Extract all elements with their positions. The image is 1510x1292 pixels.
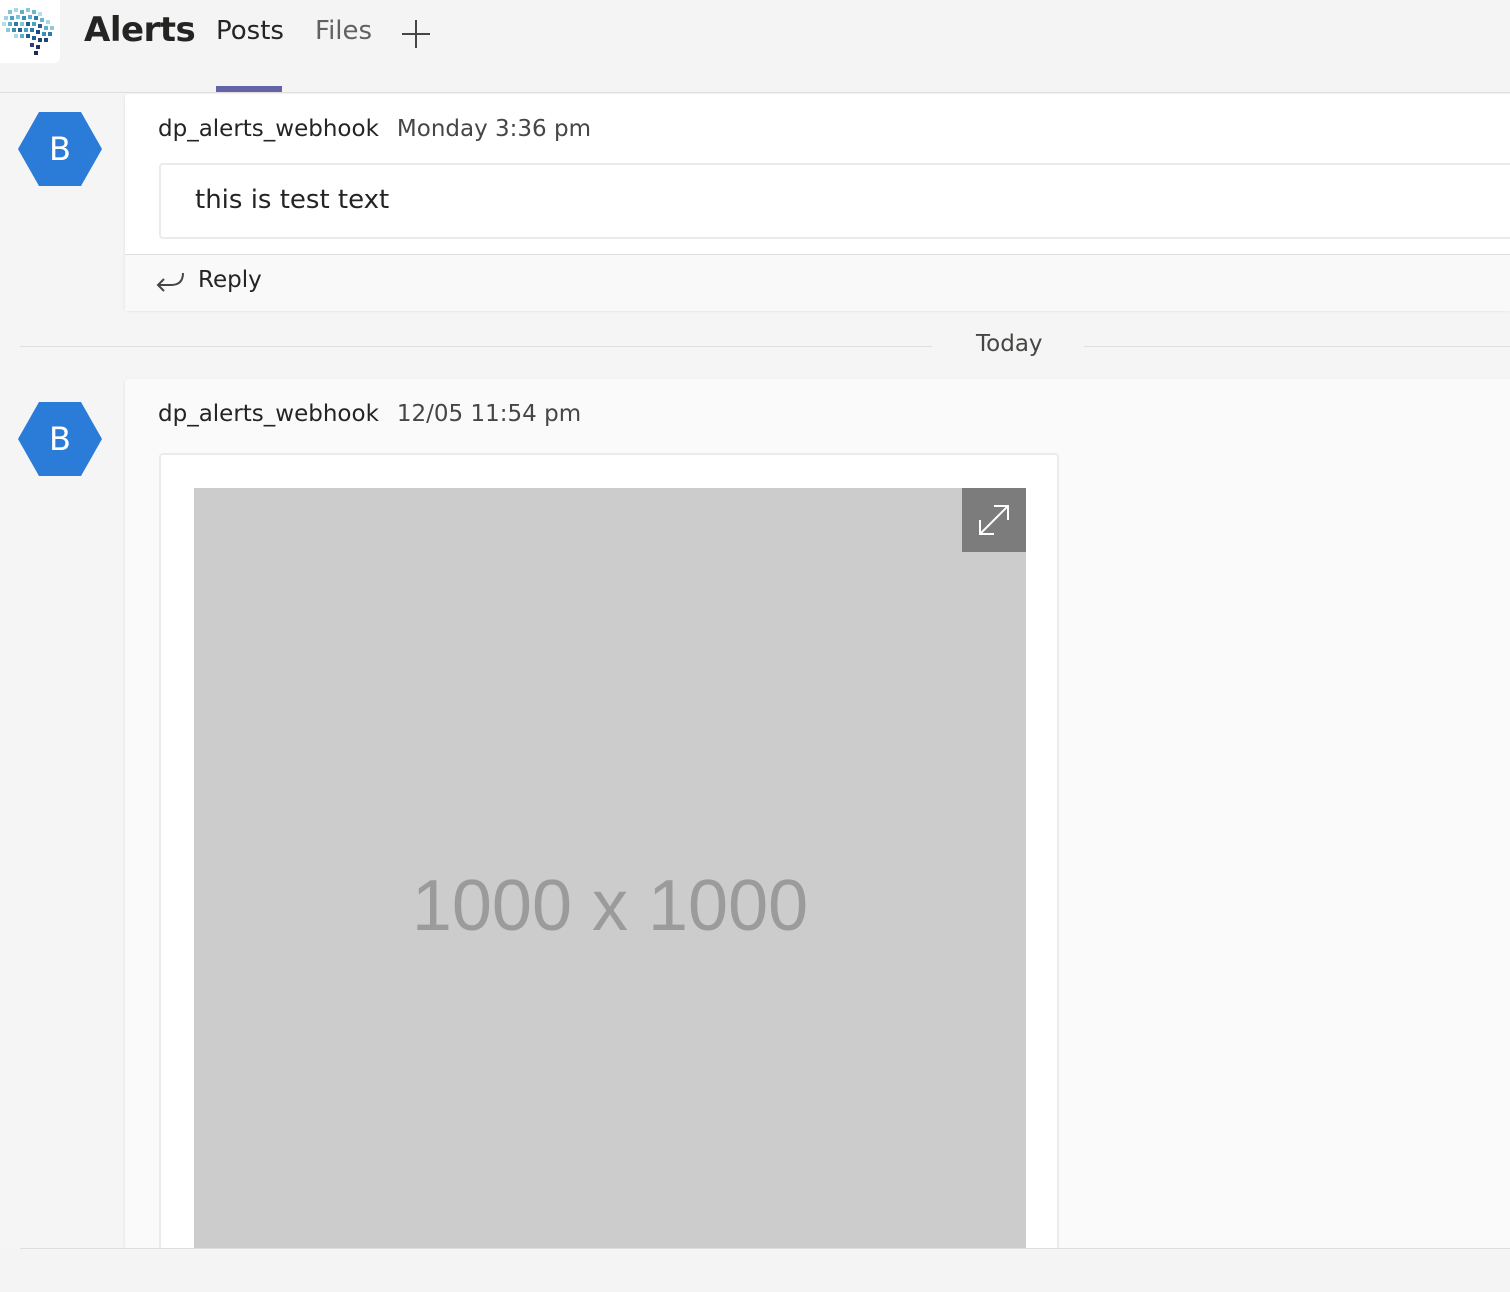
avatar-letter: B	[49, 420, 71, 458]
message-text: this is test text	[195, 185, 390, 215]
author-name[interactable]: dp_alerts_webhook	[158, 116, 379, 142]
expand-icon	[979, 505, 1009, 535]
post-header: dp_alerts_webhook 12/05 11:54 pm	[158, 401, 581, 427]
channel-header: Alerts Posts Files	[0, 0, 1510, 93]
active-tab-indicator	[216, 86, 282, 92]
reply-label: Reply	[198, 267, 262, 293]
tab-files[interactable]: Files	[315, 16, 372, 46]
attached-image[interactable]: 1000 x 1000	[194, 488, 1026, 1249]
author-name[interactable]: dp_alerts_webhook	[158, 401, 379, 427]
avatar-letter: B	[49, 130, 71, 168]
add-tab-button[interactable]	[400, 18, 432, 50]
plus-icon	[402, 20, 430, 48]
post-card: dp_alerts_webhook Monday 3:36 pm this is …	[125, 94, 1510, 311]
reply-arrow-icon	[156, 272, 184, 292]
channel-title: Alerts	[84, 10, 196, 50]
date-divider-line	[1084, 346, 1510, 347]
reply-button[interactable]: Reply	[125, 254, 1510, 311]
avatar[interactable]: B	[18, 402, 102, 476]
brain-logo-icon	[2, 8, 54, 55]
post-timestamp: 12/05 11:54 pm	[396, 401, 582, 427]
image-attachment-card: 1000 x 1000	[159, 453, 1059, 1249]
expand-image-button[interactable]	[962, 488, 1026, 552]
date-divider-label: Today	[976, 331, 1043, 357]
post-card: dp_alerts_webhook 12/05 11:54 pm 1000 x 1…	[125, 379, 1510, 1249]
image-placeholder-text: 1000 x 1000	[411, 866, 809, 946]
tab-posts[interactable]: Posts	[216, 16, 284, 46]
post-timestamp: Monday 3:36 pm	[396, 116, 591, 142]
message-card: this is test text	[159, 163, 1510, 239]
compose-area	[0, 1249, 1510, 1292]
date-divider-line	[20, 346, 932, 347]
avatar[interactable]: B	[18, 112, 102, 186]
post-header: dp_alerts_webhook Monday 3:36 pm	[158, 116, 591, 142]
team-logo[interactable]	[0, 0, 60, 63]
